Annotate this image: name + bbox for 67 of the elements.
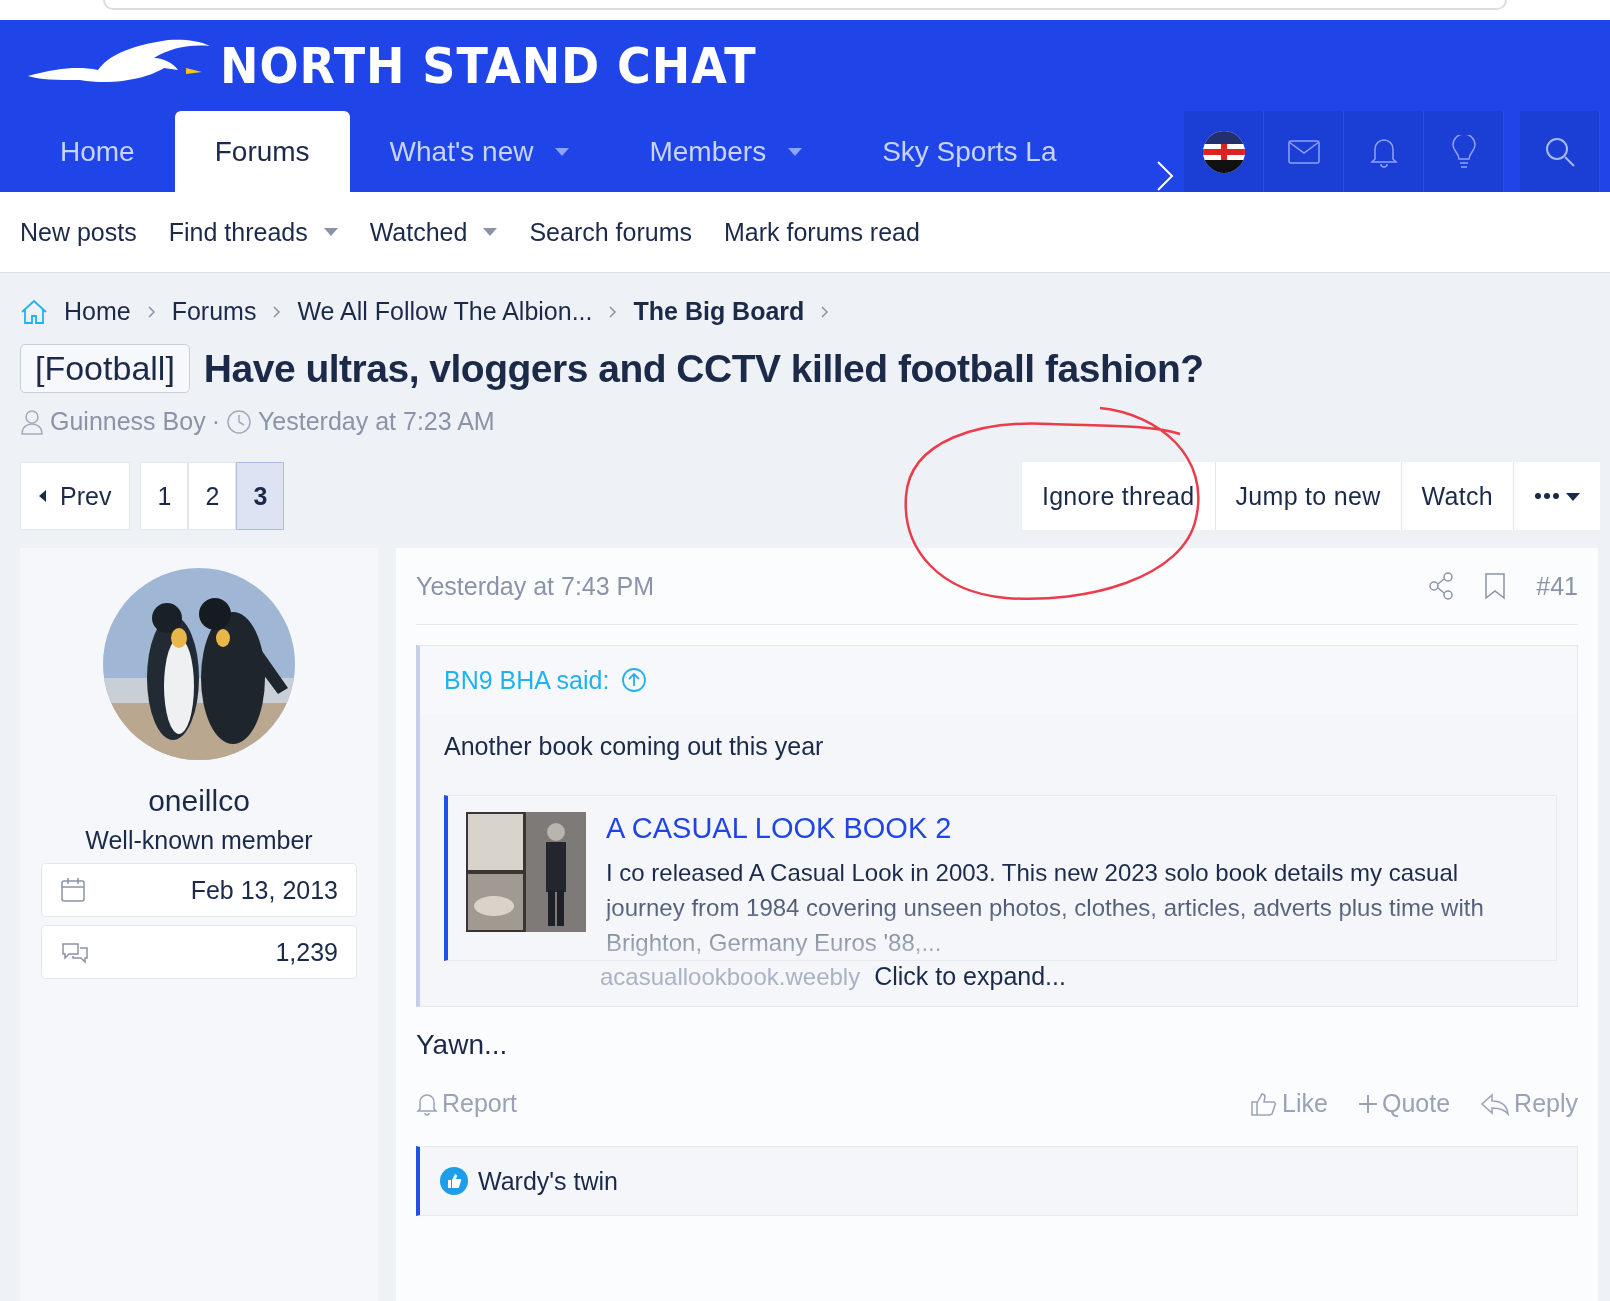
nav-tab[interactable]: What's new bbox=[349, 111, 610, 192]
quote-text: Another book coming out this year bbox=[443, 731, 825, 761]
thread-action-button[interactable]: Jump to new bbox=[1215, 462, 1402, 530]
nav-tab[interactable]: Home bbox=[20, 111, 175, 192]
user-title: Well-known member bbox=[85, 826, 313, 855]
link-title[interactable]: A CASUAL LOOK BOOK 2 bbox=[606, 812, 1538, 845]
chevron-icon bbox=[272, 304, 282, 319]
post-body: Yawn... bbox=[416, 1028, 509, 1061]
nav-tab[interactable]: Members bbox=[609, 111, 843, 192]
nav-tab[interactable]: Forums bbox=[174, 111, 350, 192]
page-button[interactable]: 1 bbox=[140, 462, 189, 530]
breadcrumb-link[interactable]: Home bbox=[64, 297, 131, 326]
thread-prefix: [Football] bbox=[20, 344, 190, 393]
subnav-link[interactable]: Mark forums read bbox=[724, 217, 920, 247]
reply-icon bbox=[1480, 1091, 1511, 1116]
stat-value: Feb 13, 2013 bbox=[190, 875, 338, 905]
chat-icon bbox=[60, 940, 90, 964]
thread-action-button[interactable]: Watch bbox=[1401, 462, 1514, 530]
thread-action-button[interactable]: Ignore thread bbox=[1021, 462, 1216, 530]
caret-icon bbox=[323, 228, 338, 236]
subnav-link[interactable]: Find threads bbox=[168, 217, 338, 247]
stat-value: 1,239 bbox=[275, 937, 338, 967]
caret-left-icon bbox=[39, 490, 46, 502]
plus-icon bbox=[1357, 1093, 1378, 1114]
chevron-icon bbox=[146, 304, 156, 319]
separator-dot: · bbox=[211, 407, 220, 436]
more-icon bbox=[1534, 491, 1580, 501]
like-icon bbox=[440, 1167, 468, 1195]
lightbulb-icon[interactable] bbox=[1424, 111, 1504, 192]
more-button[interactable] bbox=[1514, 462, 1600, 530]
search-icon bbox=[1543, 135, 1576, 168]
caret-icon bbox=[788, 147, 803, 156]
chevron-icon bbox=[820, 304, 830, 319]
reaction-user-link[interactable]: Wardy's twin bbox=[478, 1166, 618, 1196]
arrow-up-icon[interactable] bbox=[621, 667, 648, 693]
home-icon[interactable] bbox=[20, 298, 48, 325]
clock-icon bbox=[225, 408, 252, 435]
page-button[interactable]: 3 bbox=[236, 462, 285, 530]
bell-icon bbox=[416, 1091, 438, 1116]
thumbs-up-icon bbox=[1250, 1090, 1279, 1117]
breadcrumb-link[interactable]: We All Follow The Albion... bbox=[297, 297, 593, 326]
thread-title: Have ultras, vloggers and CCTV killed football fashion? bbox=[203, 346, 1204, 391]
prev-button[interactable]: Prev bbox=[20, 462, 131, 530]
caret-icon bbox=[483, 228, 498, 236]
share-icon[interactable] bbox=[1428, 572, 1455, 600]
link-url: acasuallookbook.weebly bbox=[600, 962, 861, 991]
chevron-right-icon[interactable] bbox=[1156, 160, 1174, 192]
site-logo[interactable]: NORTH STAND CHAT bbox=[220, 36, 757, 95]
search-button[interactable] bbox=[1520, 111, 1600, 192]
subnav-link[interactable]: New posts bbox=[20, 217, 137, 247]
expand-link[interactable]: Click to expand... bbox=[868, 961, 1072, 992]
bookmark-icon[interactable] bbox=[1484, 572, 1507, 600]
link-description: I co released A Casual Look in 2003. This new 2023 solo book details my casual journey from 1984 covering unseen photos, clothes, articles, adverts plus time with Brighton, Germany Euros '88,... bbox=[606, 858, 1485, 958]
avatar-button[interactable] bbox=[1184, 111, 1264, 192]
subnav-link[interactable]: Search forums bbox=[529, 217, 692, 247]
breadcrumb-link[interactable]: Forums bbox=[171, 297, 257, 326]
breadcrumb-link[interactable]: The Big Board bbox=[633, 297, 805, 326]
person-icon bbox=[20, 408, 44, 435]
caret-icon bbox=[555, 147, 570, 156]
bell-icon[interactable] bbox=[1344, 111, 1424, 192]
link-preview[interactable] bbox=[444, 795, 1557, 961]
page-button[interactable]: 2 bbox=[188, 462, 237, 530]
nav-tab[interactable]: Sky Sports La bbox=[842, 111, 1097, 192]
chevron-icon bbox=[608, 304, 618, 319]
calendar-icon bbox=[60, 877, 86, 903]
username-link[interactable]: oneillco bbox=[148, 784, 250, 818]
subnav-link[interactable]: Watched bbox=[369, 217, 498, 247]
